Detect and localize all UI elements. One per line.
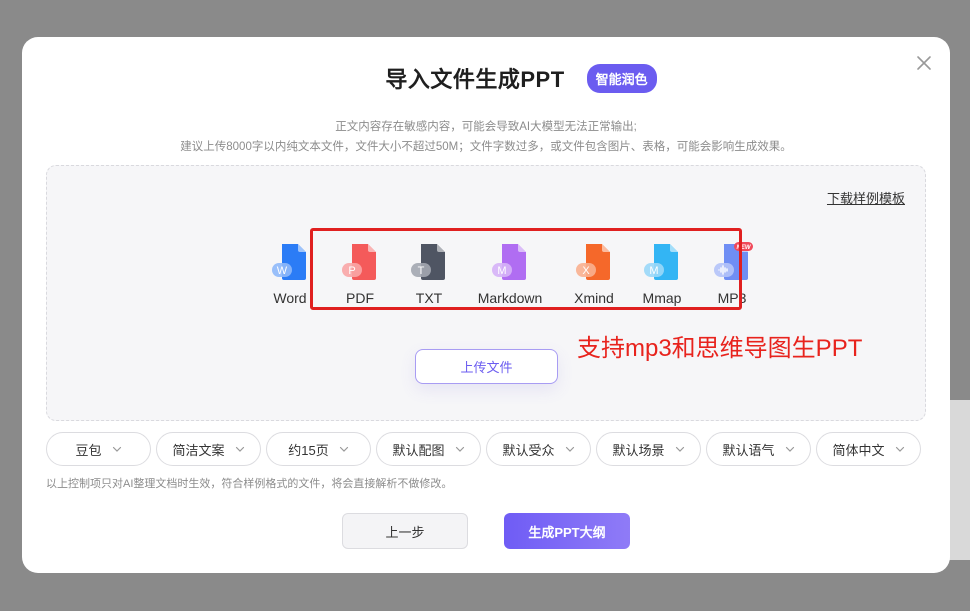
options-hint: 以上控制项只对AI整理文档时生效，符合样例格式的文件，将会直接解析不做修改。 xyxy=(46,478,453,490)
annotation-text: 支持mp3和思维导图生PPT xyxy=(577,335,863,362)
option-label: 简洁文案 xyxy=(172,442,225,458)
chevron-down-icon xyxy=(455,446,464,452)
option-label: 默认语气 xyxy=(722,442,775,458)
option-dropdown-2[interactable]: 约15页 xyxy=(266,432,371,466)
generate-outline-button[interactable]: 生成PPT大纲 xyxy=(504,513,630,549)
chevron-down-icon xyxy=(339,446,348,452)
option-dropdown-4[interactable]: 默认受众 xyxy=(486,432,591,466)
notice-text: 正文内容存在敏感内容，可能会导致AI大模型无法正常输出; 建议上传8000字以内… xyxy=(22,117,950,157)
option-dropdown-0[interactable]: 豆包 xyxy=(46,432,151,466)
option-label: 默认受众 xyxy=(502,442,555,458)
chevron-down-icon xyxy=(235,446,244,452)
notice-line-1: 正文内容存在敏感内容，可能会导致AI大模型无法正常输出; xyxy=(335,121,637,133)
smart-polish-badge[interactable]: 智能润色 xyxy=(586,63,657,93)
option-label: 简体中文 xyxy=(832,442,885,458)
option-dropdown-3[interactable]: 默认配图 xyxy=(376,432,481,466)
notice-line-2: 建议上传8000字以内纯文本文件，文件大小不超过50M；文件字数过多，或文件包含… xyxy=(180,141,792,153)
import-file-dialog: 导入文件生成PPT 智能润色 正文内容存在敏感内容，可能会导致AI大模型无法正常… xyxy=(22,37,950,573)
option-label: 豆包 xyxy=(75,442,102,458)
upload-file-button[interactable]: 上传文件 xyxy=(415,349,558,384)
highlight-annotation-box xyxy=(310,228,742,310)
options-row: 豆包 简洁文案 约15页 默认配图 默认受众 默认场景 默认语气 简体中文 xyxy=(46,432,926,466)
chevron-down-icon xyxy=(895,446,904,452)
option-dropdown-7[interactable]: 简体中文 xyxy=(816,432,921,466)
chevron-down-icon xyxy=(785,446,794,452)
previous-step-button[interactable]: 上一步 xyxy=(342,513,468,549)
upload-dropzone[interactable]: 下载样例模板 W Word P PDF T TXT M Markdown X Xmind M Mmap… xyxy=(46,165,926,421)
download-template-link[interactable]: 下载样例模板 xyxy=(827,188,905,207)
option-label: 约15页 xyxy=(288,442,329,458)
option-dropdown-5[interactable]: 默认场景 xyxy=(596,432,701,466)
option-dropdown-1[interactable]: 简洁文案 xyxy=(156,432,261,466)
word-file-icon: W xyxy=(272,244,306,280)
chevron-down-icon xyxy=(565,446,574,452)
title-row: 导入文件生成PPT 智能润色 xyxy=(22,63,950,93)
chevron-down-icon xyxy=(112,446,121,452)
file-type-label: Word xyxy=(273,290,307,306)
option-label: 默认配图 xyxy=(392,442,445,458)
dialog-title: 导入文件生成PPT xyxy=(385,67,565,92)
svg-text:W: W xyxy=(277,265,288,277)
option-dropdown-6[interactable]: 默认语气 xyxy=(706,432,811,466)
chevron-down-icon xyxy=(675,446,684,452)
option-label: 默认场景 xyxy=(612,442,665,458)
